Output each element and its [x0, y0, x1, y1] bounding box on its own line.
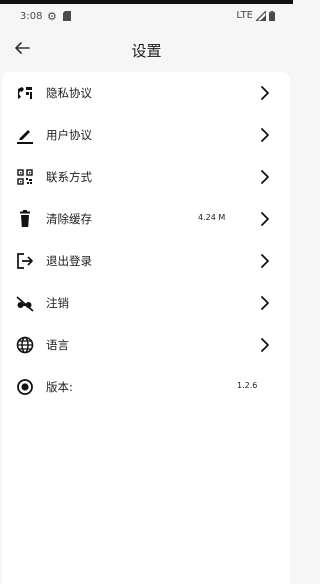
chevron-right-icon: [261, 254, 269, 268]
settings-item-label: 联系方式: [46, 170, 92, 184]
status-right: LTE: [236, 10, 275, 21]
chevron-right-icon: [261, 338, 269, 352]
network-type: LTE: [236, 10, 253, 21]
logout-icon: [17, 253, 33, 269]
settings-item-label: 清除缓存: [46, 212, 92, 226]
chevron-right-icon: [261, 86, 269, 100]
pen-icon: [17, 130, 33, 144]
cancel-account-icon: [16, 296, 34, 312]
settings-item-label: 退出登录: [46, 254, 92, 268]
page-title: 设置: [131, 42, 162, 60]
settings-item-clear-cache[interactable]: 清除缓存 4.24 M: [2, 198, 290, 240]
settings-item-label: 隐私协议: [46, 86, 92, 100]
sd-card-icon: [63, 11, 71, 21]
settings-item-cancel-account[interactable]: 注销: [2, 282, 290, 324]
settings-item-label: 用户协议: [46, 128, 92, 142]
settings-item-label: 注销: [46, 296, 69, 310]
globe-icon: [16, 336, 34, 354]
settings-item-logout[interactable]: 退出登录: [2, 240, 290, 282]
chevron-right-icon: [261, 212, 269, 226]
chevron-right-icon: [261, 170, 269, 184]
settings-item-label: 语言: [46, 338, 69, 352]
gear-icon: ⚙: [47, 10, 57, 23]
chevron-right-icon: [261, 128, 269, 142]
battery-icon: [269, 10, 275, 21]
trash-icon: [20, 210, 30, 227]
settings-item-contact[interactable]: 联系方式: [2, 156, 290, 198]
settings-item-language[interactable]: 语言: [2, 324, 290, 366]
qr-code-icon: [17, 169, 33, 185]
app-bar: 设置: [0, 28, 293, 70]
settings-list: 隐私协议 用户协议 联系方式 清除缓存 4.24 M 退出登录 注销 语言 版本…: [2, 72, 290, 584]
signal-icon: [256, 10, 266, 21]
privacy-icon: [18, 87, 32, 99]
settings-item-version: 版本: 1.2.6: [2, 366, 290, 408]
version-number: 1.2.6: [237, 381, 258, 390]
settings-item-label: 版本:: [46, 380, 73, 394]
settings-item-user-agreement[interactable]: 用户协议: [2, 114, 290, 156]
cache-size: 4.24 M: [198, 213, 226, 222]
status-bar: 3:08 ⚙ LTE: [0, 4, 293, 28]
radio-icon: [17, 379, 33, 395]
chevron-right-icon: [261, 296, 269, 310]
settings-item-privacy[interactable]: 隐私协议: [2, 72, 290, 114]
status-time: 3:08: [20, 11, 43, 22]
